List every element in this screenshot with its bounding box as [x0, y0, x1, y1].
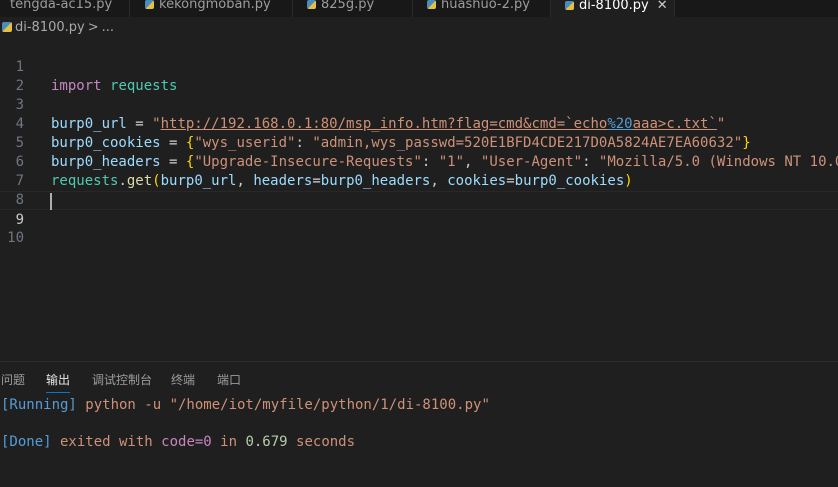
code-line: 8	[0, 172, 838, 208]
tab-label: kekongmoban.py	[159, 0, 271, 12]
output-line-done: [Done] exited with code=0 in 0.679 secon…	[1, 434, 355, 450]
tab-tengda-ac15[interactable]: tengda-ac15.py	[0, 0, 130, 17]
text-cursor	[50, 193, 52, 210]
close-icon[interactable]: ✕	[657, 0, 668, 17]
tab-problems[interactable]: 问题	[1, 372, 25, 388]
line-number: 10	[7, 230, 24, 246]
tab-kekongmoban[interactable]: kekongmoban.py	[131, 0, 293, 17]
tab-di-8100[interactable]: di-8100.py ✕	[551, 0, 675, 17]
editor-tab-bar: tengda-ac15.py kekongmoban.py 825g.py hu…	[0, 0, 838, 17]
output-panel: 问题 输出 调试控制台 终端 端口 [Running] python -u "/…	[0, 361, 838, 487]
code-line: 3 burp0_url = "http://192.168.0.1:80/msp…	[0, 77, 838, 132]
output-command: python -u "/home/iot/myfile/python/1/di-…	[76, 397, 490, 413]
tab-label: 825g.py	[321, 0, 375, 12]
tab-huashuo-2[interactable]: huashuo-2.py	[413, 0, 551, 17]
tab-terminal[interactable]: 终端	[171, 372, 195, 388]
output-running-tag: [Running]	[1, 397, 77, 413]
current-code-line: 9	[0, 191, 838, 228]
output-text: exited with	[51, 434, 162, 450]
breadcrumb-more[interactable]: ...	[102, 20, 114, 35]
python-file-icon	[307, 0, 316, 9]
code-line: 7	[0, 153, 838, 189]
tab-ports[interactable]: 端口	[217, 372, 241, 388]
code-line: 4 burp0_cookies = {"wys_userid": "admin,…	[0, 96, 838, 151]
output-duration: 0.679	[245, 434, 288, 450]
output-exit-code: code=0	[161, 434, 212, 450]
tab-label: huashuo-2.py	[441, 0, 530, 12]
python-file-icon	[145, 0, 154, 9]
python-file-icon	[565, 1, 574, 10]
code-line: 5 burp0_headers = {"Upgrade-Insecure-Req…	[0, 115, 838, 170]
python-file-icon	[427, 0, 436, 9]
chevron-right-icon: >	[87, 20, 99, 35]
code-line: 2	[0, 58, 838, 94]
output-line-running: [Running] python -u "/home/iot/myfile/py…	[1, 397, 490, 413]
tab-825g[interactable]: 825g.py	[293, 0, 413, 17]
output-done-tag: [Done]	[1, 434, 52, 450]
code-line: 1 import requests	[0, 39, 838, 94]
code-line: 6 requests.get(burp0_url, headers=burp0_…	[0, 134, 838, 189]
code-editor[interactable]: 1 import requests 2 3 burp0_url = "http:…	[0, 39, 838, 361]
output-text: seconds	[287, 434, 356, 450]
tab-debug-console[interactable]: 调试控制台	[92, 372, 152, 388]
tab-output[interactable]: 输出	[46, 372, 71, 393]
breadcrumb-file[interactable]: di-8100.py	[15, 20, 85, 35]
tab-label: tengda-ac15.py	[10, 0, 113, 12]
output-text: in	[211, 434, 246, 450]
breadcrumb: di-8100.py >...	[0, 17, 838, 39]
python-file-icon	[2, 22, 12, 32]
code-line: 10	[0, 210, 838, 246]
tab-label: di-8100.py	[579, 0, 649, 13]
